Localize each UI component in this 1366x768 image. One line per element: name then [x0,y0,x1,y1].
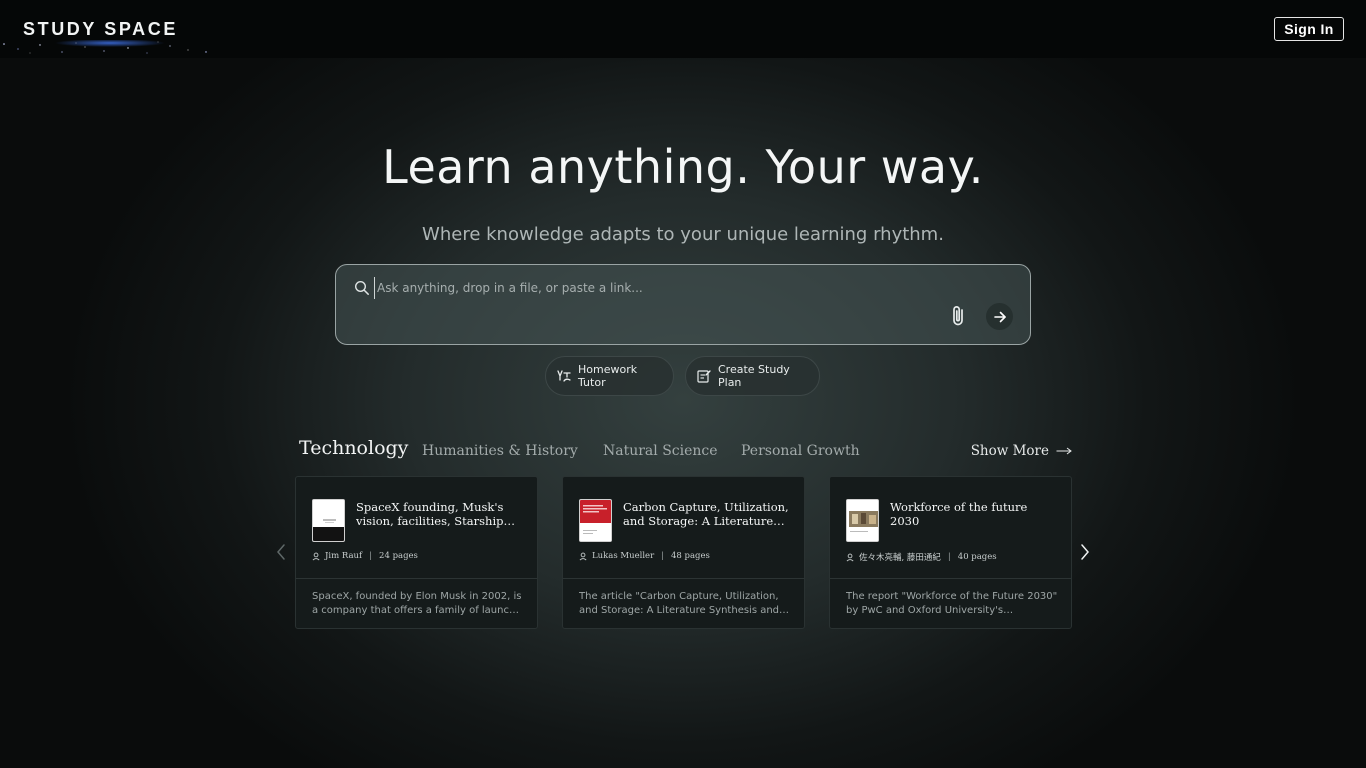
meta-separator: | [661,551,665,561]
meta-separator: | [947,552,951,562]
search-icon [354,280,369,295]
search-input[interactable] [374,277,934,299]
top-bar: STUDY SPACE Sign In [0,0,1366,58]
card-meta: Jim Rauf | 24 pages [312,551,418,561]
document-card[interactable]: Workforce of the future 2030 佐々木亮輔, 藤田通紀… [829,476,1072,629]
card-title: Carbon Capture, Utilization, and Storage… [623,500,789,528]
paperclip-icon[interactable] [946,303,972,329]
arrow-right-icon [993,311,1006,322]
document-cover-icon [847,500,878,541]
author-icon [846,553,854,561]
card-meta: 佐々木亮輔, 藤田通紀 | 40 pages [846,551,997,563]
send-button[interactable] [986,303,1013,330]
document-card[interactable]: SpaceX founding, Musk's vision, faciliti… [295,476,538,629]
card-author: Jim Rauf [325,551,363,561]
show-more-label: Show More [970,443,1049,459]
document-thumbnail [846,499,879,542]
card-divider [296,578,537,579]
card-pages: 24 pages [379,551,418,561]
carousel-next-button[interactable] [1079,543,1091,561]
card-description: SpaceX, founded by Elon Musk in 2002, is… [312,591,522,616]
card-meta: Lukas Mueller | 48 pages [579,551,710,561]
tab-technology[interactable]: Technology [299,437,408,459]
author-icon [312,552,320,560]
tab-personal-growth[interactable]: Personal Growth [741,443,860,459]
card-pages: 40 pages [957,552,997,562]
document-card[interactable]: Carbon Capture, Utilization, and Storage… [562,476,805,629]
homework-tutor-label: Homework Tutor [578,363,638,389]
logo[interactable]: STUDY SPACE [23,19,178,40]
search-box[interactable] [335,264,1031,345]
author-icon [579,552,587,560]
sign-in-button[interactable]: Sign In [1274,17,1344,41]
category-tabs: Technology Humanities & History Natural … [299,437,1072,467]
long-arrow-right-icon [1056,447,1072,455]
document-thumbnail [312,499,345,542]
card-description: The report "Workforce of the Future 2030… [846,591,1058,616]
show-more-link[interactable]: Show More [971,443,1072,459]
card-divider [563,578,804,579]
create-study-plan-button[interactable]: Create Study Plan [685,356,820,396]
meta-separator: | [369,551,373,561]
document-thumbnail [579,499,612,542]
document-cover-icon [313,500,344,541]
document-cover-icon [580,500,611,541]
card-title: SpaceX founding, Musk's vision, faciliti… [356,500,504,528]
homework-tutor-button[interactable]: Homework Tutor [545,356,674,396]
tutor-icon [557,370,571,382]
carousel-prev-button[interactable] [275,543,287,561]
card-author: Lukas Mueller [592,551,655,561]
tab-humanities-history[interactable]: Humanities & History [422,443,578,459]
hero-title: Learn anything. Your way. [382,140,984,194]
card-description: The article "Carbon Capture, Utilization… [579,591,780,616]
card-pages: 48 pages [671,551,710,561]
create-study-plan-label: Create Study Plan [718,363,790,389]
card-divider [830,578,1071,579]
card-author: 佐々木亮輔, 藤田通紀 [859,553,941,563]
starfield-decoration [3,40,207,54]
card-title: Workforce of the future 2030 [890,500,1028,528]
hero-subtitle: Where knowledge adapts to your unique le… [422,224,944,245]
tab-natural-science[interactable]: Natural Science [603,443,718,459]
edit-checklist-icon [697,370,711,383]
